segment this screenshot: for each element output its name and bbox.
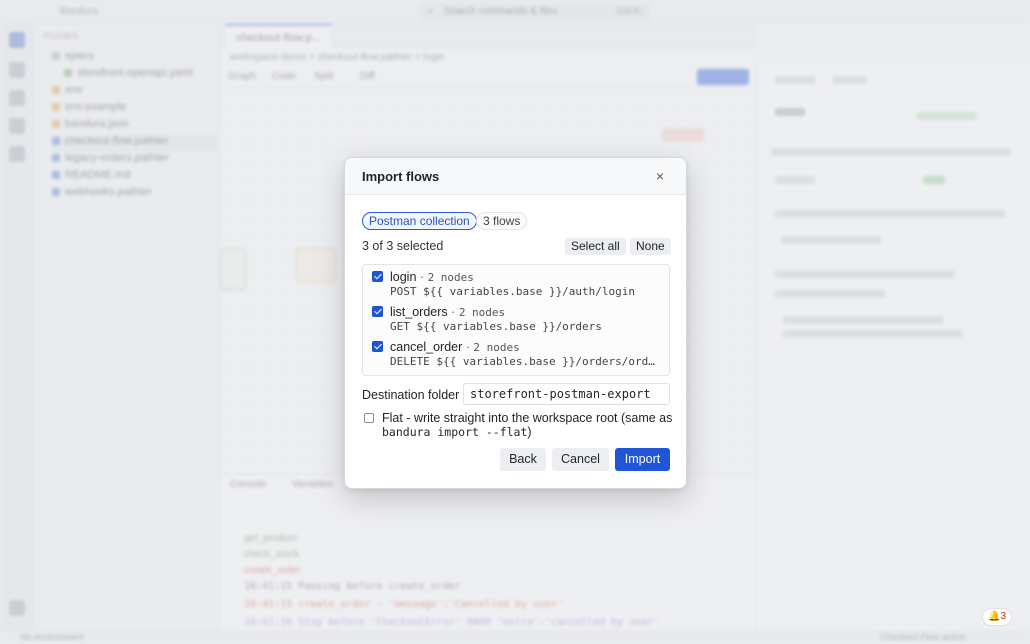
flow-count-pill: 3 flows [476,212,528,230]
import-button[interactable]: Import [615,448,670,471]
cancel-button[interactable]: Cancel [552,448,609,471]
flow-request: GET ${{ variables.base }}/orders [390,320,602,333]
flow-list-item[interactable]: list_orders · 2 nodes GET ${{ variables.… [363,300,669,335]
back-button[interactable]: Back [500,448,546,471]
flow-request: DELETE ${{ variables.base }}/orders/ord_… [390,355,660,368]
bell-icon: 🔔 [987,611,1001,622]
flat-command: bandura import --flat [382,425,528,439]
flow-title: cancel_order · 2 nodes [390,340,520,354]
notification-badge[interactable]: 🔔3 [982,608,1012,626]
selection-count: 3 of 3 selected [362,239,444,253]
flow-checkbox[interactable] [372,306,383,317]
flat-checkbox[interactable] [364,413,374,423]
dialog-header: Import flows × [345,158,686,195]
destination-folder-input[interactable] [463,383,670,405]
destination-label: Destination folder [362,388,460,402]
flow-request: POST ${{ variables.base }}/auth/login [390,285,636,298]
flow-name: list_orders [390,305,448,319]
select-all-button[interactable]: Select all [565,238,626,255]
flow-node-count: 2 nodes [473,341,520,354]
select-none-button[interactable]: None [630,238,671,255]
flow-list-item[interactable]: login · 2 nodes POST ${{ variables.base … [363,265,669,300]
flow-node-count: 2 nodes [458,306,506,319]
close-icon[interactable]: × [652,167,668,185]
flow-list-item[interactable]: cancel_order · 2 nodes DELETE ${{ variab… [363,335,669,370]
flow-node-count: 2 nodes [427,271,474,284]
flow-title: login · 2 nodes [390,270,474,284]
flow-name: login [390,270,417,284]
flow-list: login · 2 nodes POST ${{ variables.base … [362,264,670,376]
import-flows-dialog: Import flows × Postman collection 3 flow… [344,157,687,489]
flow-title: list_orders · 2 nodes [390,305,506,319]
source-pill[interactable]: Postman collection [362,212,477,230]
flow-name: cancel_order [390,340,463,354]
dialog-title: Import flows [362,169,440,184]
flow-checkbox[interactable] [372,341,383,352]
notification-count: 3 [1000,611,1006,622]
flat-option-label: Flat - write straight into the workspace… [382,411,673,439]
flow-checkbox[interactable] [372,271,383,282]
